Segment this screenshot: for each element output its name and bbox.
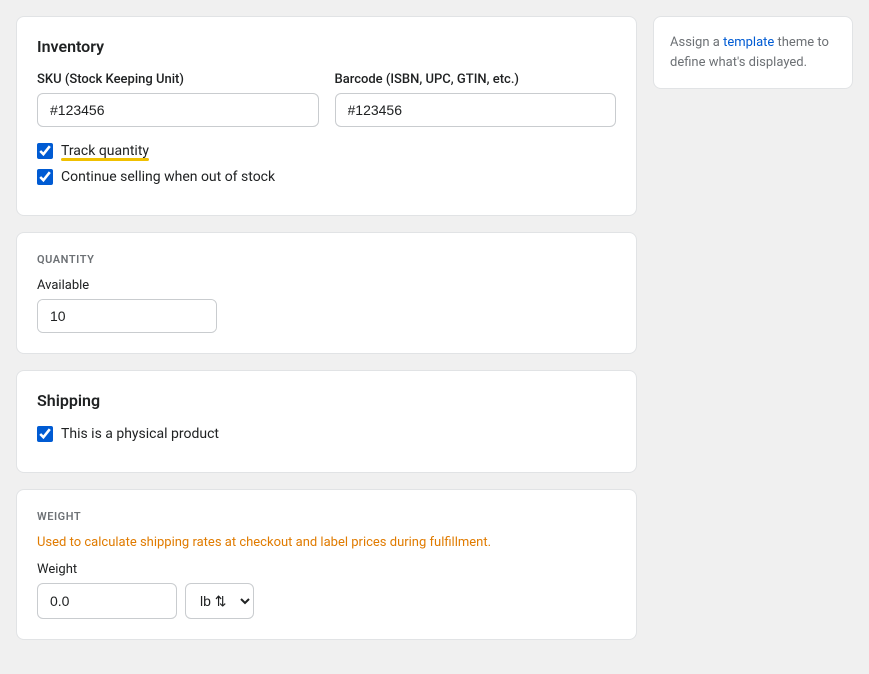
track-quantity-label[interactable]: Track quantity: [61, 143, 149, 159]
sidebar: Assign a template theme to define what's…: [653, 16, 853, 640]
quantity-card: QUANTITY Available ▲ ▼: [16, 232, 637, 354]
barcode-input[interactable]: [335, 93, 617, 127]
weight-unit-select[interactable]: lb ⇅ kg oz g: [185, 583, 254, 619]
physical-product-label[interactable]: This is a physical product: [61, 426, 219, 442]
weight-row: lb ⇅ kg oz g: [37, 583, 616, 619]
shipping-card: Shipping This is a physical product: [16, 370, 637, 473]
sidebar-text: Assign a template theme to define what's…: [670, 33, 836, 72]
inventory-card: Inventory SKU (Stock Keeping Unit) Barco…: [16, 16, 637, 216]
weight-input[interactable]: [37, 583, 177, 619]
quantity-section: Available ▲ ▼: [37, 278, 616, 333]
weight-note: Used to calculate shipping rates at chec…: [37, 535, 616, 550]
sku-group: SKU (Stock Keeping Unit): [37, 72, 319, 127]
barcode-group: Barcode (ISBN, UPC, GTIN, etc.): [335, 72, 617, 127]
quantity-section-label: QUANTITY: [37, 253, 616, 266]
available-label: Available: [37, 278, 616, 293]
barcode-label: Barcode (ISBN, UPC, GTIN, etc.): [335, 72, 617, 87]
continue-selling-checkbox[interactable]: [37, 169, 53, 185]
continue-selling-label[interactable]: Continue selling when out of stock: [61, 169, 275, 185]
quantity-spinner: ▲ ▼: [37, 299, 217, 333]
weight-section-label: WEIGHT: [37, 510, 616, 523]
sku-barcode-row: SKU (Stock Keeping Unit) Barcode (ISBN, …: [37, 72, 616, 127]
weight-label: Weight: [37, 562, 616, 577]
shipping-title: Shipping: [37, 391, 616, 410]
weight-card: WEIGHT Used to calculate shipping rates …: [16, 489, 637, 640]
continue-selling-row: Continue selling when out of stock: [37, 169, 616, 185]
sidebar-card: Assign a template theme to define what's…: [653, 16, 853, 89]
inventory-title: Inventory: [37, 37, 616, 56]
sku-label: SKU (Stock Keeping Unit): [37, 72, 319, 87]
quantity-input[interactable]: [38, 300, 217, 332]
sku-input[interactable]: [37, 93, 319, 127]
physical-product-row: This is a physical product: [37, 426, 616, 442]
track-quantity-row: Track quantity: [37, 143, 616, 159]
track-quantity-checkbox[interactable]: [37, 143, 53, 159]
physical-product-checkbox[interactable]: [37, 426, 53, 442]
sidebar-template-link[interactable]: template: [723, 35, 774, 50]
